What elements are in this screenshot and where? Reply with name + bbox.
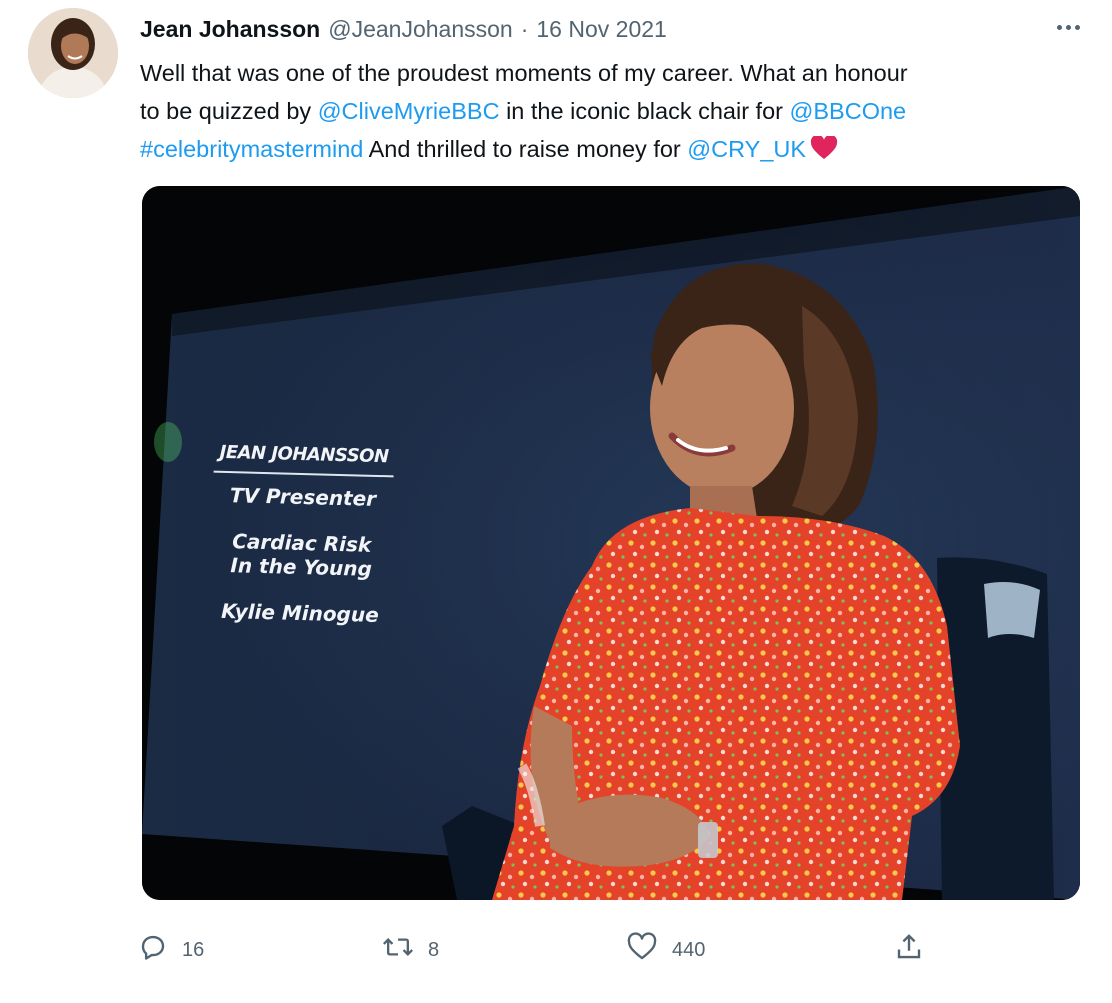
on-screen-caption: JEAN JOHANSSON TV Presenter Cardiac Risk… [210,441,395,628]
like-count: 440 [672,938,706,961]
hashtag-celebritymastermind[interactable]: #celebritymastermind [140,136,363,162]
more-icon[interactable] [1048,12,1088,42]
caption-subject: Kylie Minogue [220,598,380,628]
mention-cry-uk[interactable]: @CRY_UK [687,136,806,162]
separator-dot: · [520,15,529,42]
caption-role: TV Presenter [229,483,377,511]
reply-icon [138,932,168,968]
share-button[interactable] [894,928,924,972]
tweet-header: Jean Johansson @JeanJohansson · 16 Nov 2… [140,12,667,46]
display-name[interactable]: Jean Johansson [140,16,320,43]
tweet-text-line-3: #celebritymastermind And thrilled to rai… [140,130,1080,171]
tweet-text: Well that was one of the proudest moment… [140,54,1080,171]
caption-charity-line-2: In the Young [230,553,373,581]
tweet-text-line-2: to be quizzed by @CliveMyrieBBC in the i… [140,92,1080,130]
retweet-button[interactable]: 8 [382,928,439,972]
tweet: Jean Johansson @JeanJohansson · 16 Nov 2… [0,0,1112,1003]
tweet-date[interactable]: 16 Nov 2021 [536,16,666,43]
share-icon [894,932,924,968]
user-handle[interactable]: @JeanJohansson [328,16,512,43]
red-heart-icon [810,133,838,171]
heart-icon [626,932,658,968]
mention-clive-myrie[interactable]: @CliveMyrieBBC [318,98,500,124]
tweet-text-fragment: And thrilled to raise money for [363,136,688,162]
reply-button[interactable]: 16 [138,928,204,972]
tweet-text-fragment: to be quizzed by [140,98,318,124]
avatar-image [28,8,118,98]
reply-count: 16 [182,938,205,961]
retweet-count: 8 [428,938,440,961]
like-button[interactable]: 440 [626,928,705,972]
caption-name: JEAN JOHANSSON [213,441,395,478]
tweet-text-line-1: Well that was one of the proudest moment… [140,60,908,86]
avatar[interactable] [28,8,118,98]
tweet-photo[interactable]: JEAN JOHANSSON TV Presenter Cardiac Risk… [142,186,1080,900]
tweet-text-fragment: in the iconic black chair for [499,98,790,124]
mention-bbc-one[interactable]: @BBCOne [790,98,907,124]
tweet-actions: 16 8 440 [138,928,938,972]
retweet-icon [382,932,414,968]
